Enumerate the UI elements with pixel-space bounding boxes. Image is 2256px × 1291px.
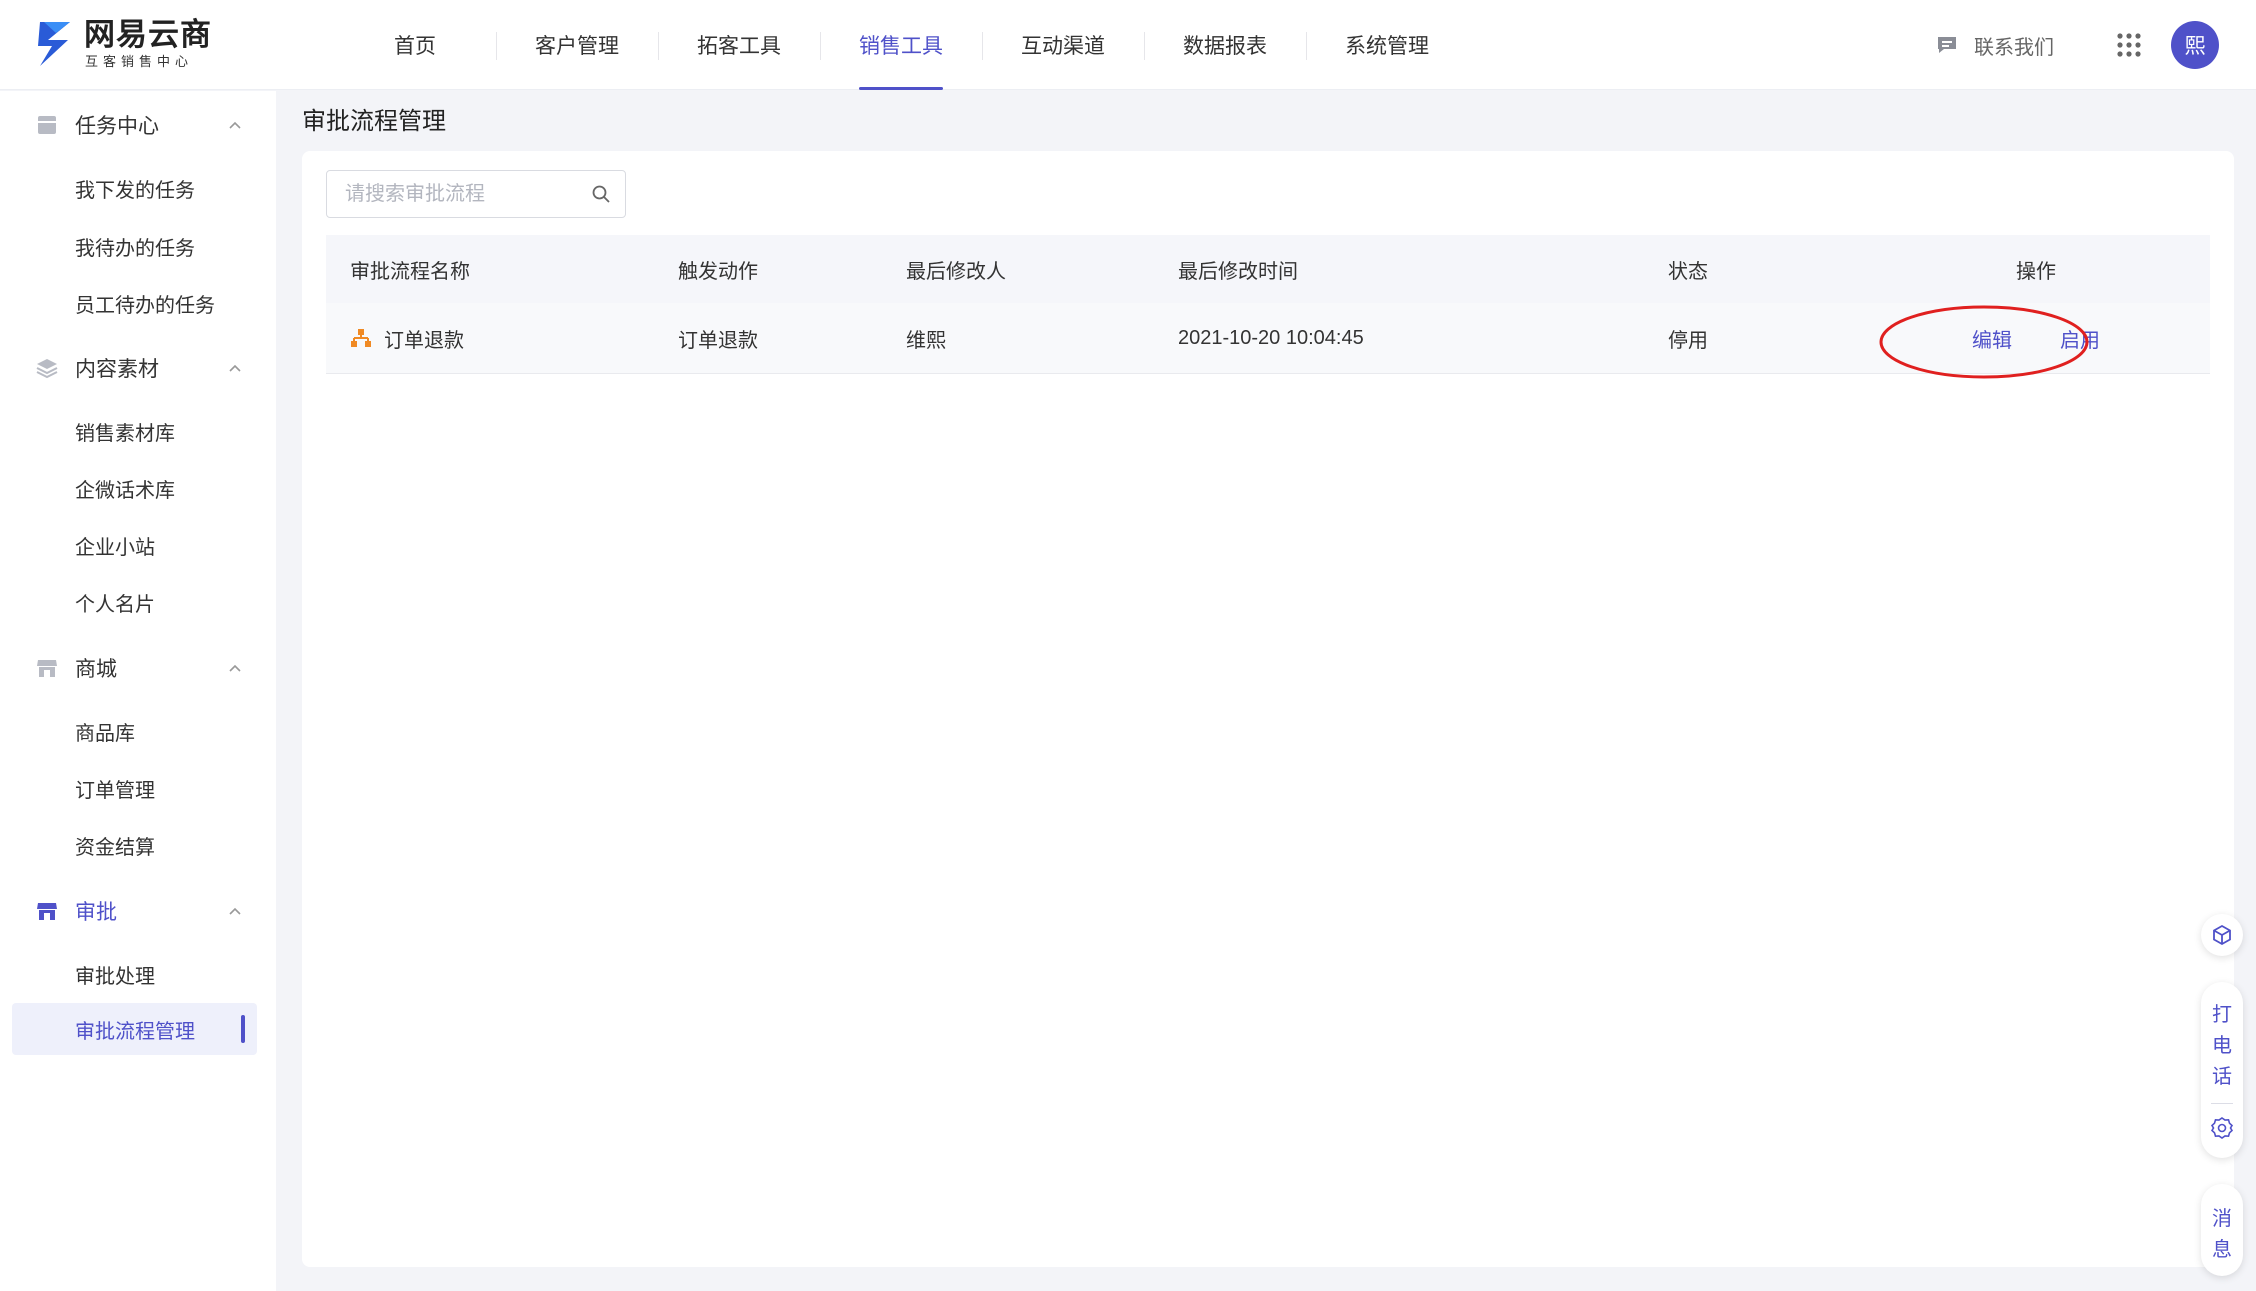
nav-customer-management[interactable]: 客户管理 (496, 0, 658, 90)
table-header: 审批流程名称 触发动作 最后修改人 最后修改时间 状态 操作 (326, 235, 2210, 303)
sidebar-group-label: 任务中心 (75, 115, 159, 138)
search-box (326, 170, 626, 218)
gear-icon[interactable] (2210, 1116, 2234, 1140)
nav-prospecting-tools[interactable]: 拓客工具 (658, 0, 820, 90)
sidebar-group-task-center[interactable]: 任务中心 (0, 101, 276, 149)
sidebar-item-fund-settlement[interactable]: 资金结算 (12, 819, 257, 871)
table-row: 订单退款 订单退款 维熙 2021-10-20 10:04:45 停用 编辑 启… (326, 303, 2210, 379)
chevron-up-icon (229, 664, 241, 672)
message-icon (1938, 37, 1956, 53)
layers-icon (36, 359, 58, 379)
column-header-modified-time: 最后修改时间 (1178, 260, 1298, 283)
column-header-modifier: 最后修改人 (906, 260, 1006, 283)
brand-name: 网易云商 (84, 17, 212, 52)
column-header-status: 状态 (1668, 260, 1708, 283)
column-header-flow-name: 审批流程名称 (350, 260, 470, 283)
call-button[interactable]: 打电话 (2210, 1000, 2234, 1093)
sidebar-item-sales-materials[interactable]: 销售素材库 (12, 405, 257, 457)
chevron-up-icon (229, 364, 241, 372)
top-header: 网易云商 互客销售中心 首页 客户管理 拓客工具 销售工具 互动渠道 数据报表 … (0, 0, 2256, 90)
sidebar-group-approval[interactable]: 审批 (0, 887, 276, 935)
sidebar-item-product-library[interactable]: 商品库 (12, 705, 257, 757)
nav-sales-tools[interactable]: 销售工具 (820, 0, 982, 90)
chevron-up-icon (229, 121, 241, 129)
modifier-cell: 维熙 (906, 329, 946, 352)
approval-icon (37, 903, 57, 920)
task-icon (38, 116, 56, 134)
apps-grid-icon[interactable] (2116, 32, 2142, 58)
brand-subtitle: 互客销售中心 (85, 54, 194, 69)
sidebar-item-order-management[interactable]: 订单管理 (12, 762, 257, 814)
enable-button[interactable]: 启用 (2060, 324, 2100, 353)
search-input[interactable] (345, 171, 585, 217)
edit-button[interactable]: 编辑 (1972, 324, 2012, 353)
sidebar-group-label: 审批 (75, 901, 117, 924)
sidebar-group-mall[interactable]: 商城 (0, 644, 276, 692)
float-call-panel: 打电话 (2201, 982, 2243, 1158)
sidebar-item-approval-handling[interactable]: 审批处理 (12, 948, 257, 1000)
page-title: 审批流程管理 (302, 108, 446, 135)
column-header-trigger: 触发动作 (678, 260, 758, 283)
nav-system-management[interactable]: 系统管理 (1306, 0, 1468, 90)
store-icon (37, 660, 57, 677)
user-avatar[interactable]: 熙 (2171, 21, 2219, 69)
sidebar-item-wecom-scripts[interactable]: 企微话术库 (12, 462, 257, 514)
float-message-panel: 消息 (2201, 1184, 2243, 1276)
sidebar: 任务中心 我下发的任务 我待办的任务 员工待办的任务 内容素材 销售素材库 企微… (0, 91, 276, 1291)
contact-us-link[interactable]: 联系我们 (1936, 30, 2054, 60)
logo-icon (38, 22, 70, 66)
brand-logo[interactable]: 网易云商 互客销售中心 (34, 16, 224, 72)
contact-us-label: 联系我们 (1974, 36, 2054, 59)
cube-icon (2213, 924, 2231, 946)
main-nav: 首页 客户管理 拓客工具 销售工具 互动渠道 数据报表 系统管理 (334, 0, 1468, 90)
nav-interaction-channels[interactable]: 互动渠道 (982, 0, 1144, 90)
sidebar-item-personal-card[interactable]: 个人名片 (12, 576, 257, 628)
actions-cell: 编辑 启用 (1926, 303, 2146, 373)
modified-time-cell: 2021-10-20 10:04:45 (1178, 326, 1364, 349)
status-cell: 停用 (1668, 329, 1708, 352)
column-header-actions: 操作 (2016, 260, 2056, 283)
sidebar-item-approval-flow-management[interactable]: 审批流程管理 (12, 1003, 257, 1055)
nav-data-reports[interactable]: 数据报表 (1144, 0, 1306, 90)
search-icon[interactable] (591, 184, 611, 204)
approval-flow-table: 审批流程名称 触发动作 最后修改人 最后修改时间 状态 操作 订单退款 订单退款… (326, 235, 2210, 379)
sidebar-item-my-todo-tasks[interactable]: 我待办的任务 (12, 220, 257, 272)
chevron-up-icon (229, 907, 241, 915)
float-cube-button[interactable] (2201, 914, 2243, 956)
divider (2211, 1103, 2233, 1104)
sidebar-group-content-materials[interactable]: 内容素材 (0, 344, 276, 392)
sidebar-group-label: 商城 (75, 658, 117, 681)
flow-chart-icon (351, 329, 371, 347)
sidebar-item-company-site[interactable]: 企业小站 (12, 519, 257, 571)
flow-name: 订单退款 (384, 329, 464, 352)
flow-name-cell: 订单退款 (350, 303, 464, 373)
nav-home[interactable]: 首页 (334, 0, 496, 90)
sidebar-item-my-issued-tasks[interactable]: 我下发的任务 (12, 162, 257, 214)
message-button[interactable]: 消息 (2210, 1204, 2234, 1266)
content-panel: 审批流程名称 触发动作 最后修改人 最后修改时间 状态 操作 订单退款 订单退款… (302, 151, 2234, 1267)
trigger-cell: 订单退款 (678, 329, 758, 352)
sidebar-group-label: 内容素材 (75, 358, 159, 381)
sidebar-item-staff-todo-tasks[interactable]: 员工待办的任务 (12, 277, 257, 329)
